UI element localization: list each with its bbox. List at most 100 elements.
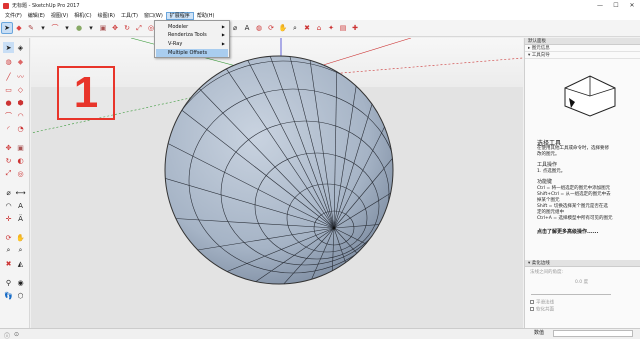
zoom-extents-icon[interactable]: ✖ bbox=[302, 23, 312, 33]
zoom-tool-icon[interactable]: ⌕ bbox=[3, 245, 14, 256]
move-icon[interactable]: ✥ bbox=[110, 23, 120, 33]
text-icon[interactable]: A bbox=[242, 23, 252, 33]
measurements-input[interactable] bbox=[553, 330, 633, 337]
pie-icon[interactable]: ◔ bbox=[15, 123, 26, 134]
menu-file[interactable]: 文件(F) bbox=[2, 12, 25, 20]
menu-help[interactable]: 帮助(H) bbox=[194, 12, 218, 20]
menu-item-renderiza-tools[interactable]: Renderiza Tools ▶ bbox=[156, 31, 228, 39]
sketchup-app-icon bbox=[3, 2, 9, 9]
protractor-icon[interactable]: ◠ bbox=[3, 200, 14, 211]
select-icon[interactable]: ➤ bbox=[3, 42, 14, 53]
three-point-arc-icon[interactable]: ◜ bbox=[3, 123, 14, 134]
orbit-tool-icon[interactable]: ⟳ bbox=[3, 232, 14, 243]
section-entity-info[interactable]: ▸ 图元信息 bbox=[525, 45, 640, 52]
eraser-icon[interactable]: ◆ bbox=[14, 23, 24, 33]
3d-text-icon[interactable]: Ä bbox=[15, 213, 26, 224]
zoom-extents-tool-icon[interactable]: ✖ bbox=[3, 258, 14, 269]
menu-camera[interactable]: 相机(C) bbox=[71, 12, 94, 20]
submenu-arrow-icon: ▶ bbox=[221, 41, 225, 46]
extensions-dropdown: Modeler ▶ Renderiza Tools ▶ V-Ray ▶ Mult… bbox=[154, 20, 230, 58]
minimize-button[interactable]: — bbox=[592, 0, 608, 11]
drawing-viewport[interactable]: 1 bbox=[31, 38, 523, 328]
scale-icon[interactable]: ⤢ bbox=[134, 23, 144, 33]
zoom-icon[interactable]: ⌕ bbox=[290, 23, 300, 33]
orbit-icon[interactable]: ⟳ bbox=[266, 23, 276, 33]
freehand-icon[interactable]: 〰 bbox=[15, 71, 26, 82]
advanced-operations-link[interactable]: 点击了解更多高级操作...... bbox=[537, 229, 598, 235]
pan-tool-icon[interactable]: ✋ bbox=[15, 232, 26, 243]
offset-tool-icon[interactable]: ◎ bbox=[15, 168, 26, 179]
polygon-icon[interactable]: ⬢ bbox=[15, 97, 26, 108]
sphere-model[interactable] bbox=[159, 38, 399, 303]
look-around-icon[interactable]: ◉ bbox=[15, 277, 26, 288]
shape-icon[interactable]: ● bbox=[74, 23, 84, 33]
eraser-tool-icon[interactable]: ◆ bbox=[15, 56, 26, 67]
previous-view-icon[interactable]: ◭ bbox=[15, 258, 26, 269]
axes-icon[interactable]: ✛ bbox=[3, 213, 14, 224]
layout-icon[interactable]: ▤ bbox=[338, 23, 348, 33]
menu-draw[interactable]: 绘图(R) bbox=[95, 12, 118, 20]
arc-icon[interactable]: ⌒ bbox=[50, 23, 60, 33]
title-bar: 无标题 - SketchUp Pro 2017 — ☐ ✕ bbox=[0, 0, 640, 11]
menu-edit[interactable]: 编辑(E) bbox=[25, 12, 48, 20]
menu-item-label: Modeler bbox=[168, 24, 189, 30]
menu-item-vray[interactable]: V-Ray ▶ bbox=[156, 40, 228, 48]
move-tool-icon[interactable]: ✥ bbox=[3, 142, 14, 153]
arc-tool-icon[interactable]: ⌒ bbox=[3, 110, 14, 121]
position-camera-icon[interactable]: ⚲ bbox=[3, 277, 14, 288]
rotate-icon[interactable]: ↻ bbox=[122, 23, 132, 33]
menu-item-label: Renderiza Tools bbox=[168, 32, 207, 38]
modifier-keys-heading: 功能键 bbox=[537, 179, 553, 185]
tool-description-2: 改的图元。 bbox=[537, 152, 560, 157]
menu-view[interactable]: 视图(V) bbox=[48, 12, 71, 20]
menu-bar: 文件(F) 编辑(E) 视图(V) 相机(C) 绘图(R) 工具(T) 窗口(W… bbox=[0, 11, 640, 20]
menu-tools[interactable]: 工具(T) bbox=[118, 12, 141, 20]
section-plane-icon[interactable]: ⬡ bbox=[15, 290, 26, 301]
sketchup-window: 无标题 - SketchUp Pro 2017 — ☐ ✕ 文件(F) 编辑(E… bbox=[0, 0, 640, 339]
close-button[interactable]: ✕ bbox=[624, 0, 640, 11]
make-component-icon[interactable]: ◈ bbox=[15, 42, 26, 53]
tape-measure-icon[interactable]: ⌀ bbox=[230, 23, 240, 33]
text-tool-icon[interactable]: A bbox=[15, 200, 26, 211]
line-icon[interactable]: ╱ bbox=[3, 71, 14, 82]
paint-bucket-icon[interactable]: ◍ bbox=[254, 23, 264, 33]
soften-angle-slider[interactable] bbox=[531, 294, 611, 295]
pan-icon[interactable]: ✋ bbox=[278, 23, 288, 33]
section-instructor[interactable]: ▾ 工具向导 bbox=[525, 52, 640, 59]
soften-coplanar-option[interactable]: 软化共面 bbox=[530, 307, 554, 314]
follow-me-icon[interactable]: ◐ bbox=[15, 155, 26, 166]
menu-extensions[interactable]: 扩展程序 bbox=[165, 11, 194, 20]
shape-dropdown-icon[interactable]: ▾ bbox=[86, 23, 96, 33]
menu-item-modeler[interactable]: Modeler ▶ bbox=[156, 23, 228, 31]
arc-dropdown-icon[interactable]: ▾ bbox=[62, 23, 72, 33]
scale-tool-icon[interactable]: ⤢ bbox=[3, 168, 14, 179]
menu-window[interactable]: 窗口(W) bbox=[141, 12, 166, 20]
measurements-label: 数值 bbox=[534, 330, 545, 336]
menu-item-multiple-offsets[interactable]: Multiple Offsets bbox=[156, 49, 228, 57]
pushpull-icon[interactable]: ▣ bbox=[98, 23, 108, 33]
smooth-normals-option[interactable]: 平滑法线 bbox=[530, 300, 554, 307]
soften-edges-header[interactable]: ▾ 柔化边线 bbox=[525, 260, 640, 267]
line-dropdown-icon[interactable]: ▾ bbox=[38, 23, 48, 33]
two-point-arc-icon[interactable]: ◠ bbox=[15, 110, 26, 121]
rectangle-icon[interactable]: ▭ bbox=[3, 84, 14, 95]
paint-icon[interactable]: ◍ bbox=[3, 56, 14, 67]
window-controls: — ☐ ✕ bbox=[592, 0, 640, 11]
rotated-rect-icon[interactable]: ◇ bbox=[15, 84, 26, 95]
maximize-button[interactable]: ☐ bbox=[608, 0, 624, 11]
pushpull-tool-icon[interactable]: ▣ bbox=[15, 142, 26, 153]
circle-icon[interactable]: ● bbox=[3, 97, 14, 108]
dimension-icon[interactable]: ⟷ bbox=[15, 187, 26, 198]
operations-step-1: 1. 点选图元。 bbox=[537, 169, 566, 174]
main-toolbar: ➤ ◆ ✎ ▾ ⌒ ▾ ● ▾ ▣ ✥ ↻ ⤢ ◎ ⌀ A ◍ ⟳ ✋ ⌕ ✖ … bbox=[0, 20, 640, 37]
zoom-window-icon[interactable]: ⌕ bbox=[15, 245, 26, 256]
select-tool-icon[interactable]: ➤ bbox=[1, 22, 13, 34]
walk-icon[interactable]: 👣 bbox=[3, 290, 14, 301]
geo-location-icon[interactable]: ⊙ bbox=[14, 331, 19, 338]
extension-manager-icon[interactable]: ✚ bbox=[350, 23, 360, 33]
extension-warehouse-icon[interactable]: ✦ bbox=[326, 23, 336, 33]
warehouse-icon[interactable]: ⌂ bbox=[314, 23, 324, 33]
rotate-tool-icon[interactable]: ↻ bbox=[3, 155, 14, 166]
pencil-icon[interactable]: ✎ bbox=[26, 23, 36, 33]
tape-tool-icon[interactable]: ⌀ bbox=[3, 187, 14, 198]
